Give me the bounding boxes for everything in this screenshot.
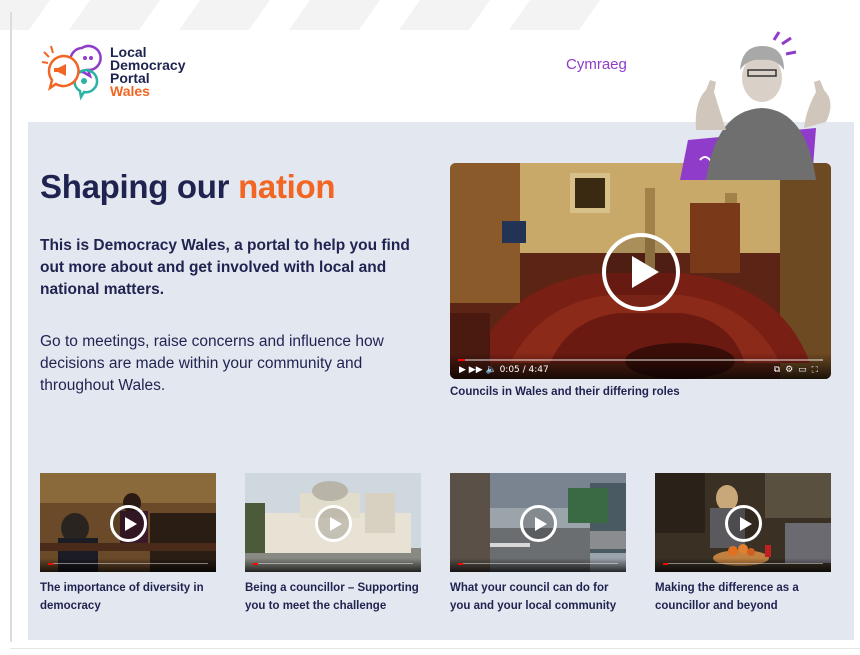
featured-video-player[interactable]: ▶ ▶▶ 🔈 0:05 / 4:47 ⧉⚙▭⛶: [450, 163, 831, 379]
video-progress-bar[interactable]: [458, 359, 823, 361]
bottom-divider: [10, 648, 860, 649]
video-thumbnail-making-difference[interactable]: [655, 473, 831, 572]
play-button-icon[interactable]: [725, 505, 762, 542]
video-thumbnail-being-councillor[interactable]: [245, 473, 421, 572]
video-caption-being-councillor: Being a councillor – Supporting you to m…: [245, 582, 419, 612]
video-thumbnail-what-council-can-do[interactable]: [450, 473, 626, 572]
body-text: Go to meetings, raise concerns and influ…: [40, 333, 384, 394]
video-caption-making-difference: Making the difference as a councillor an…: [655, 582, 799, 612]
person-thumbs-up-image: [680, 31, 831, 180]
intro-text: This is Democracy Wales, a portal to hel…: [40, 237, 410, 298]
page-title: Shaping our nation: [40, 168, 336, 205]
speech-bubbles-logo-icon: [41, 44, 102, 101]
play-button-icon[interactable]: [520, 505, 557, 542]
video-thumbnail-diversity[interactable]: [40, 473, 216, 572]
frame-border: [10, 12, 12, 642]
video-controls: ▶ ▶▶ 🔈 0:05 / 4:47 ⧉⚙▭⛶: [450, 353, 831, 379]
video-time: ▶ ▶▶ 🔈 0:05 / 4:47: [459, 365, 549, 375]
video-caption-diversity: The importance of diversity in democracy: [40, 582, 204, 612]
logo-wordmark: Local Democracy Portal Wales: [110, 44, 186, 99]
featured-video-caption: Councils in Wales and their differing ro…: [450, 386, 680, 398]
language-switch-link[interactable]: Cymraeg: [566, 56, 627, 73]
play-button-icon[interactable]: [602, 233, 680, 311]
video-caption-what-council-can-do: What your council can do for you and you…: [450, 582, 617, 612]
play-button-icon[interactable]: [315, 505, 352, 542]
site-logo[interactable]: Local Democracy Portal Wales: [40, 42, 200, 104]
play-button-icon[interactable]: [110, 505, 147, 542]
video-control-icons[interactable]: ⧉⚙▭⛶: [774, 365, 823, 375]
